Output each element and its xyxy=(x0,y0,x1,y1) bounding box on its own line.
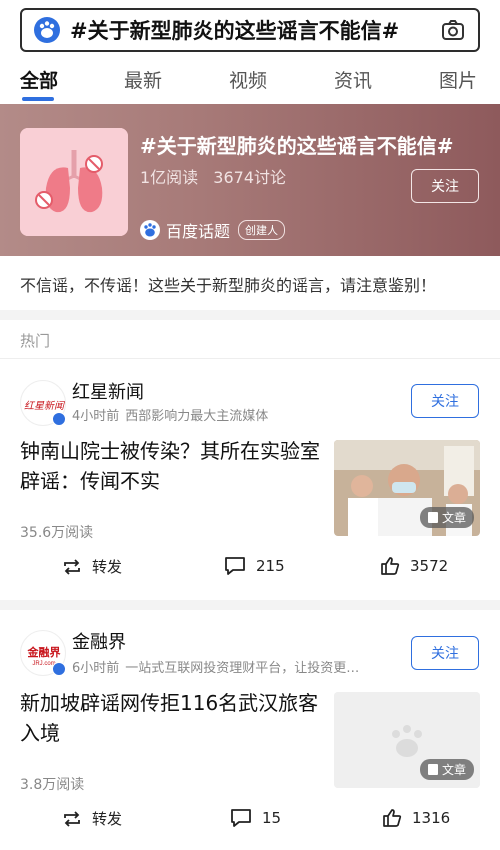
content-type-label: 文章 xyxy=(441,511,466,525)
section-divider xyxy=(0,310,500,320)
topic-source[interactable]: 百度话题 创建人 xyxy=(140,218,286,242)
topic-reads: 1亿阅读 xyxy=(140,168,199,187)
article-headline[interactable]: 钟南山院士被传染？其所在实验室辟谣：传闻不实 xyxy=(20,436,320,496)
read-count: 35.6万阅读 xyxy=(20,525,94,541)
svg-text:金融界: 金融界 xyxy=(27,645,61,659)
tab-bar: 全部 最新 视频 资讯 图片 xyxy=(0,60,500,102)
content-type-tag: 文章 xyxy=(419,507,474,528)
author-name[interactable]: 金融界 xyxy=(72,628,126,654)
tab-video[interactable]: 视频 xyxy=(229,66,267,93)
document-icon xyxy=(427,764,438,775)
follow-topic-button[interactable]: 关注 xyxy=(411,169,479,203)
verified-badge-icon xyxy=(52,662,66,676)
tab-images[interactable]: 图片 xyxy=(439,66,477,93)
tab-latest[interactable]: 最新 xyxy=(124,66,162,93)
card-actions: 转发 215 3572 xyxy=(0,548,500,588)
author-meta: 4小时前 西部影响力最大主流媒体 xyxy=(72,405,372,424)
share-label: 转发 xyxy=(92,810,123,828)
camera-icon[interactable] xyxy=(440,17,466,43)
lungs-icon xyxy=(20,128,128,236)
baidu-topic-icon xyxy=(140,220,160,240)
topic-description: 不信谣，不传谣！这些关于新型肺炎的谣言，请注意鉴别！ xyxy=(20,276,437,295)
post-time: 6小时前 xyxy=(72,661,120,676)
read-count: 3.8万阅读 xyxy=(20,777,85,793)
active-tab-indicator xyxy=(22,97,54,101)
topic-title: #关于新型肺炎的这些谣言不能信# xyxy=(140,134,454,158)
content-type-tag: 文章 xyxy=(419,759,474,780)
tab-news[interactable]: 资讯 xyxy=(334,66,372,93)
baidu-logo-icon xyxy=(34,17,60,43)
share-label: 转发 xyxy=(92,558,123,576)
topic-hero: #关于新型肺炎的这些谣言不能信# 1亿阅读 3674讨论 关注 百度话题 创建人 xyxy=(0,104,500,256)
share-icon xyxy=(64,810,80,827)
thumbs-up-icon xyxy=(383,809,402,827)
share-icon xyxy=(64,558,80,575)
share-button[interactable]: 转发 xyxy=(62,808,122,829)
article-thumbnail[interactable]: 文章 xyxy=(334,692,480,788)
document-icon xyxy=(427,512,438,523)
feed-card[interactable]: 金融界 JRJ.com 金融界 6小时前 一站式互联网投资理财平台，让投资更简单 … xyxy=(0,610,500,850)
like-count: 1316 xyxy=(412,809,451,827)
like-count: 3572 xyxy=(410,557,449,575)
search-bar[interactable]: #关于新型肺炎的这些谣言不能信# xyxy=(20,8,480,52)
card-divider xyxy=(0,600,500,610)
thumbs-up-icon xyxy=(381,557,400,575)
post-time: 4小时前 xyxy=(72,409,120,424)
comment-count: 15 xyxy=(262,809,282,827)
comment-count: 215 xyxy=(256,557,285,575)
search-input[interactable]: #关于新型肺炎的这些谣言不能信# xyxy=(70,15,430,45)
topic-stats: 1亿阅读 3674讨论 xyxy=(140,164,286,188)
content-type-label: 文章 xyxy=(441,763,466,777)
topic-thumbnail[interactable] xyxy=(20,128,128,236)
follow-button[interactable]: 关注 xyxy=(411,384,479,418)
author-desc: 西部影响力最大主流媒体 xyxy=(125,409,269,424)
like-button[interactable]: 3572 xyxy=(380,556,448,576)
creator-badge: 创建人 xyxy=(238,220,286,240)
share-button[interactable]: 转发 xyxy=(62,556,122,577)
comment-button[interactable]: 215 xyxy=(224,556,285,576)
author-meta: 6小时前 一站式互联网投资理财平台，让投资更简单 xyxy=(72,657,372,676)
topic-discussions: 3674讨论 xyxy=(213,168,287,187)
svg-text:红星新闻: 红星新闻 xyxy=(24,400,66,412)
comment-icon xyxy=(225,557,245,575)
follow-button[interactable]: 关注 xyxy=(411,636,479,670)
comment-button[interactable]: 15 xyxy=(230,808,281,828)
author-name[interactable]: 红星新闻 xyxy=(72,378,144,404)
like-button[interactable]: 1316 xyxy=(382,808,450,828)
card-actions: 转发 15 1316 xyxy=(0,800,500,840)
section-label-hot: 热门 xyxy=(20,332,51,350)
verified-badge-icon xyxy=(52,412,66,426)
tab-all[interactable]: 全部 xyxy=(20,66,58,93)
topic-source-name: 百度话题 xyxy=(166,222,231,241)
feed-card[interactable]: 红星新闻 红星新闻 4小时前 西部影响力最大主流媒体 关注 钟南山院士被传染？其所… xyxy=(0,360,500,600)
article-headline[interactable]: 新加坡辟谣网传拒116名武汉旅客入境 xyxy=(20,688,320,748)
author-desc: 一站式互联网投资理财平台，让投资更简单 xyxy=(125,661,372,676)
divider xyxy=(0,358,500,359)
comment-icon xyxy=(231,809,251,827)
article-thumbnail[interactable]: 文章 xyxy=(334,440,480,536)
